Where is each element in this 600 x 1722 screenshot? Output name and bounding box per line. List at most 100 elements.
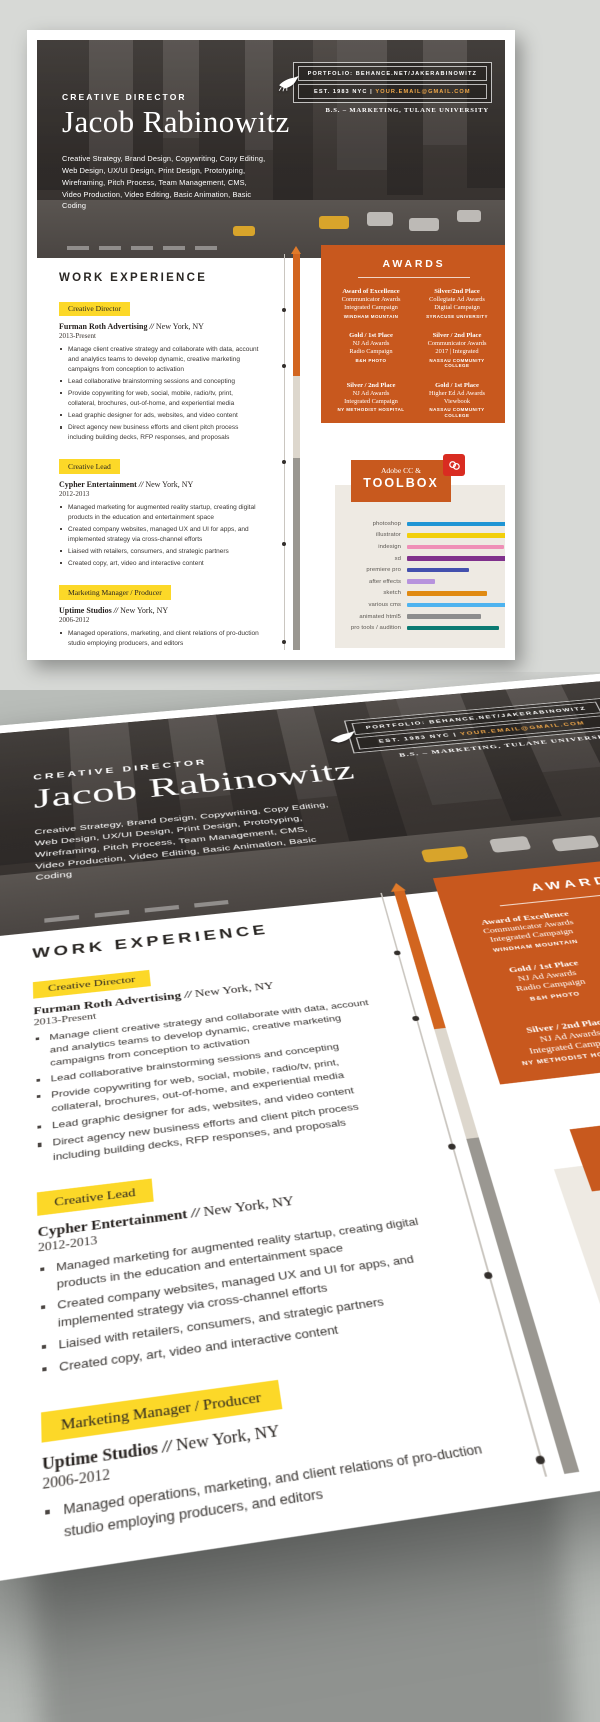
award-line1: NJ Ad Awards: [352, 340, 390, 348]
award-org: NASSAU COMMUNITY COLLEGE: [429, 357, 485, 369]
award-item: Award of Excellence Communicator Awards …: [331, 288, 411, 319]
toolbox-subtitle: Adobe CC &: [573, 1117, 600, 1151]
email-link[interactable]: YOUR.EMAIL@GMAIL.COM: [375, 89, 470, 95]
resume-sheet-angled: CREATIVE DIRECTOR Jacob Rabinowitz Creat…: [0, 672, 600, 1586]
skill-label: pro tools / audition: [350, 625, 401, 632]
timeline-start-year: 2006: [555, 1484, 587, 1502]
contact-chip-box: PORTFOLIO: BEHANCE.NET/JAKERABINOWITZ ES…: [292, 62, 492, 103]
contact-block: PORTFOLIO: BEHANCE.NET/JAKERABINOWITZ ES…: [278, 62, 492, 103]
slash-separator: //: [183, 988, 193, 1001]
slash-separator: //: [161, 1436, 173, 1457]
skill-bar: [407, 614, 481, 619]
skills-summary: Creative Strategy, Brand Design, Copywri…: [62, 153, 266, 211]
award-item: Silver/2nd Place Collegiate Ad Awards Di…: [417, 288, 497, 319]
skill-row: premiere pro: [341, 564, 505, 576]
award-line2: Digital Campaign: [434, 304, 480, 312]
bullet-item: Created copy, art, video and interactive…: [59, 559, 261, 569]
slash-separator: //: [138, 479, 144, 489]
award-item: Silver / 2nd Place NJ Ad Awards Integrat…: [499, 1015, 600, 1077]
skill-label: animated html5: [359, 613, 401, 620]
bullet-item: Direct agency new business efforts and c…: [59, 423, 261, 443]
bullet-item: Lead graphic designer for ads, websites,…: [59, 411, 261, 421]
job-title-tag: Creative Director: [59, 301, 130, 316]
job-years: 2006-2012: [59, 615, 90, 624]
skill-label: photoshop: [372, 520, 401, 527]
award-item: Gold / 1st Place NJ Ad Awards Radio Camp…: [331, 332, 411, 369]
portfolio-link[interactable]: PORTFOLIO: BEHANCE.NET/JAKERABINOWITZ: [297, 66, 487, 81]
job-entry: Creative Lead Cypher Entertainment // Ne…: [36, 1143, 455, 1381]
job-entry: Creative Lead Cypher Entertainment // Ne…: [59, 456, 261, 569]
timeline-segment-current: [393, 890, 446, 1030]
skill-row: after effects: [341, 576, 505, 588]
skill-bar: [407, 602, 505, 608]
award-line1: Communicator Awards: [427, 340, 487, 348]
bullet-item: Liaised with retailers, consumers, and s…: [59, 547, 261, 557]
resume-inner-angled: CREATIVE DIRECTOR Jacob Rabinowitz Creat…: [0, 680, 600, 1559]
job-title-tag: Creative Lead: [36, 1178, 154, 1216]
toolbox-title: TOOLBOX: [363, 476, 439, 490]
resume-mockup-perspective: CREATIVE DIRECTOR Jacob Rabinowitz Creat…: [0, 672, 600, 1722]
award-line2: Integrated Campaign: [344, 397, 398, 405]
timeline-dot: [282, 542, 286, 546]
job-years: 2012-2013: [59, 489, 90, 498]
skill-row: xd: [341, 553, 505, 565]
toolbox-panel: Adobe CC & TOOLBOX photoshop illustrator i…: [321, 454, 505, 648]
award-line2: Integrated Campaign: [344, 304, 398, 312]
award-line2: Radio Campaign: [349, 348, 393, 356]
toolbox-skill-bars: photoshop illustrator indesign xd premiere p…: [335, 516, 505, 634]
awards-grid: Award of Excellence Communicator Awards …: [463, 895, 600, 1076]
skill-row: pro tools / audition: [341, 622, 505, 634]
timeline-dot: [282, 364, 286, 368]
company-location: New York, NY: [145, 479, 194, 489]
job-company-line: Cypher Entertainment // New York, NY: [59, 480, 261, 489]
timeline: 2006: [273, 246, 307, 650]
award-line1: Higher Ed Ad Awards: [428, 390, 486, 397]
skill-label: premiere pro: [366, 567, 401, 574]
skill-row: various cms: [341, 599, 505, 611]
timeline-dot: [411, 1015, 420, 1022]
skill-label: xd: [394, 555, 401, 562]
skill-row: photoshop: [341, 518, 505, 530]
job-company-line: Furman Roth Advertising // New York, NY: [59, 322, 261, 331]
bullet-item: Created company websites, managed UX and…: [59, 525, 261, 545]
timeline-dot: [393, 950, 402, 956]
skill-bar: [407, 556, 505, 561]
award-place: Silver / 2nd Place: [432, 332, 482, 340]
section-title-work: WORK EXPERIENCE: [59, 272, 208, 284]
timeline-segment-mid: [434, 1027, 479, 1139]
timeline-dot: [534, 1455, 546, 1465]
award-line1: Communicator Awards: [341, 296, 401, 304]
job-bullets: Manage client creative strategy and coll…: [59, 345, 261, 443]
timeline-dot: [282, 460, 286, 464]
job-title-tag: Marketing Manager / Producer: [59, 585, 171, 600]
timeline-dot: [447, 1143, 457, 1150]
company-name: Furman Roth Advertising: [59, 322, 148, 331]
award-item: Silver / 2nd Place Communicator Awards 2…: [417, 332, 497, 369]
bird-icon: [328, 730, 358, 743]
award-place: Award of Excellence: [342, 288, 400, 295]
award-place: Silver/2nd Place: [434, 288, 480, 295]
skill-bar: [407, 544, 504, 550]
toolbox-header: Adobe CC & TOOLBOX: [351, 460, 451, 502]
hero-photo: CREATIVE DIRECTOR Jacob Rabinowitz Creat…: [37, 40, 505, 258]
bird-icon: [278, 75, 299, 91]
job-entry: Creative Director Furman Roth Advertisin…: [59, 298, 261, 443]
company-location: New York, NY: [155, 322, 204, 331]
timeline-line: [284, 254, 285, 650]
skill-bar: [407, 521, 505, 527]
skill-bar: [407, 579, 435, 585]
awards-grid: Award of Excellence Communicator Awards …: [331, 288, 497, 419]
company-location: New York, NY: [120, 605, 169, 615]
timeline-dot: [483, 1271, 494, 1280]
award-place: Gold / 1st Place: [435, 381, 479, 389]
awards-title: AWARDS: [382, 258, 446, 270]
bullet-item: Managed marketing for augmented reality …: [59, 503, 261, 523]
skill-label: illustrator: [376, 532, 401, 539]
skill-bar: [407, 567, 469, 573]
timeline-dot: [282, 640, 286, 644]
award-item: Silver / 2nd Place NJ Ad Awards Integrat…: [331, 382, 411, 419]
job-bullets: Managed operations, marketing, and clien…: [59, 629, 261, 650]
adobe-cc-icon: [443, 454, 465, 476]
skill-row: illustrator: [341, 530, 505, 542]
skill-bar: [407, 625, 499, 631]
